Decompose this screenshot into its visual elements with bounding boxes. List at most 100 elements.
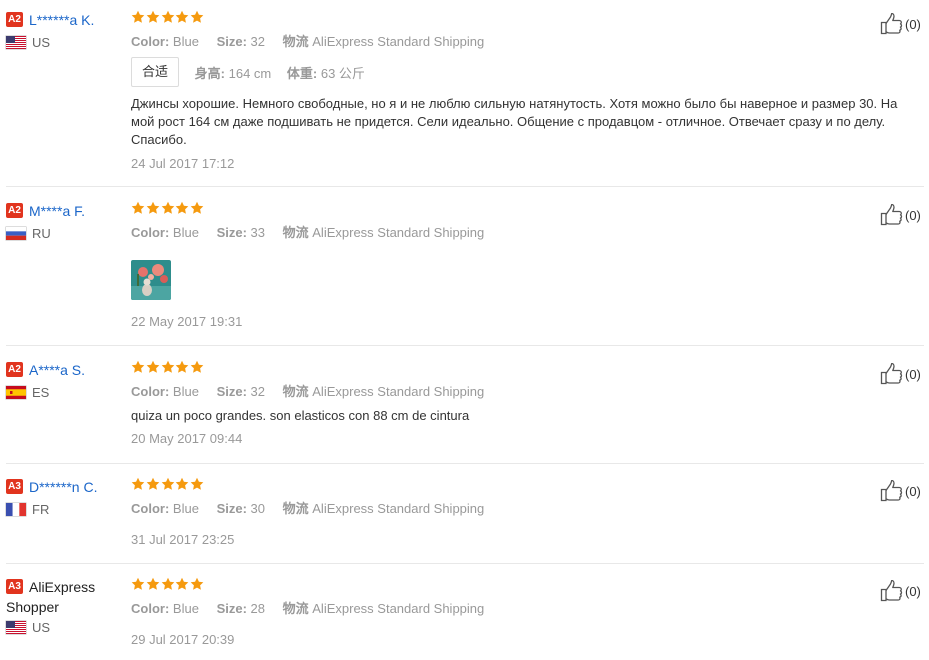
- buyer-level-badge: A3: [6, 579, 23, 594]
- review-date: 22 May 2017 19:31: [131, 314, 243, 329]
- order-attributes: Color: Blue Size: 28 物流 AliExpress Stand…: [131, 601, 911, 617]
- star-icon: [131, 201, 145, 215]
- review-date: 31 Jul 2017 23:25: [131, 532, 235, 547]
- fit-info: 合适 身高: 164 cm 体重: 63 公斤: [131, 57, 911, 87]
- shipping-key: 物流: [282, 384, 309, 399]
- star-icon: [131, 577, 145, 591]
- star-icon: [161, 360, 175, 374]
- helpful-count: (0): [905, 366, 921, 382]
- ru-flag-icon: [6, 227, 26, 241]
- country-code: RU: [32, 226, 51, 241]
- star-icon: [175, 201, 189, 215]
- buyer-info: A3 D******n C. FR: [6, 477, 124, 519]
- buyer-country: ES: [6, 384, 124, 402]
- star-rating: [131, 477, 911, 495]
- review-photo-thumbnail[interactable]: [131, 260, 171, 300]
- helpful-button[interactable]: (0): [880, 480, 924, 502]
- buyer-name[interactable]: M****a F.: [29, 203, 85, 219]
- review-item: A2 L******a K. US Color: Blue Size: 32 物…: [0, 10, 924, 187]
- star-icon: [161, 201, 175, 215]
- helpful-count: (0): [905, 483, 921, 499]
- shipping-key: 物流: [282, 601, 309, 616]
- star-icon: [175, 360, 189, 374]
- buyer-name: AliExpress: [29, 579, 96, 595]
- size-key: Size:: [216, 501, 247, 516]
- size-key: Size:: [216, 225, 247, 240]
- buyer-level-badge: A2: [6, 203, 23, 218]
- shipping-key: 物流: [282, 34, 309, 49]
- buyer-level-badge: A2: [6, 12, 23, 27]
- star-icon: [175, 477, 189, 491]
- review-item: A2 A****a S. ES Color: Blue Size: 32 物流 …: [0, 360, 924, 464]
- review-date: 20 May 2017 09:44: [131, 431, 243, 446]
- star-icon: [161, 477, 175, 491]
- review-item: A3 D******n C. FR Color: Blue Size: 30 物…: [0, 477, 924, 564]
- height-value: 164 cm: [228, 65, 272, 81]
- shipping-key: 物流: [282, 225, 309, 240]
- star-icon: [146, 477, 160, 491]
- buyer-info: A2 M****a F. RU: [6, 201, 124, 243]
- size-key: Size:: [216, 384, 247, 399]
- buyer-name[interactable]: L******a K.: [29, 12, 94, 28]
- star-icon: [161, 10, 175, 24]
- star-icon: [131, 477, 145, 491]
- buyer-name[interactable]: D******n C.: [29, 479, 97, 495]
- review-item: A2 M****a F. RU Color: Blue Size: 33 物流 …: [0, 201, 924, 346]
- size-value: 28: [250, 601, 265, 616]
- shipping-value: AliExpress Standard Shipping: [312, 384, 485, 399]
- helpful-button[interactable]: (0): [880, 13, 924, 35]
- buyer-country: US: [6, 619, 124, 637]
- star-icon: [175, 10, 189, 24]
- star-icon: [161, 577, 175, 591]
- star-icon: [131, 10, 145, 24]
- order-attributes: Color: Blue Size: 32 物流 AliExpress Stand…: [131, 384, 911, 400]
- helpful-button[interactable]: (0): [880, 363, 924, 385]
- star-icon: [190, 10, 204, 24]
- review-body: Color: Blue Size: 28 物流 AliExpress Stand…: [131, 577, 911, 649]
- color-key: Color:: [131, 501, 170, 516]
- buyer-country: FR: [6, 501, 124, 519]
- shipping-value: AliExpress Standard Shipping: [312, 601, 485, 616]
- weight-info: 体重: 63 公斤: [287, 66, 365, 81]
- color-value: Blue: [172, 601, 199, 616]
- star-icon: [146, 201, 160, 215]
- size-value: 33: [250, 225, 265, 240]
- star-icon: [131, 360, 145, 374]
- helpful-count: (0): [905, 207, 921, 223]
- us-flag-icon: [6, 621, 26, 635]
- fr-flag-icon: [6, 503, 26, 517]
- order-attributes: Color: Blue Size: 30 物流 AliExpress Stand…: [131, 501, 911, 517]
- star-icon: [146, 577, 160, 591]
- shipping-value: AliExpress Standard Shipping: [312, 34, 485, 49]
- buyer-info: A3 AliExpress Shopper US: [6, 577, 124, 637]
- feedback-list: A2 L******a K. US Color: Blue Size: 32 物…: [0, 0, 929, 660]
- order-attributes: Color: Blue Size: 33 物流 AliExpress Stand…: [131, 225, 911, 241]
- review-text: quiza un poco grandes. son elasticos con…: [131, 408, 470, 423]
- fit-tag[interactable]: 合适: [131, 57, 180, 87]
- country-code: FR: [32, 502, 50, 517]
- size-value: 32: [250, 34, 265, 49]
- star-icon: [190, 360, 204, 374]
- buyer-country: US: [6, 34, 124, 52]
- color-key: Color:: [131, 384, 170, 399]
- us-flag-icon: [6, 36, 26, 50]
- buyer-info: A2 L******a K. US: [6, 10, 124, 52]
- review-item: A3 AliExpress Shopper US Color: Blue Siz…: [0, 577, 924, 660]
- star-icon: [190, 477, 204, 491]
- buyer-name[interactable]: A****a S.: [29, 362, 85, 378]
- star-rating: [131, 360, 911, 378]
- helpful-button[interactable]: (0): [880, 580, 924, 602]
- shipping-value: AliExpress Standard Shipping: [312, 225, 485, 240]
- review-date: 29 Jul 2017 20:39: [131, 632, 235, 647]
- buyer-name-line2: Shopper: [6, 599, 59, 615]
- review-divider: [6, 345, 924, 346]
- star-rating: [131, 10, 911, 28]
- size-value: 32: [250, 384, 265, 399]
- buyer-country: RU: [6, 225, 124, 243]
- height-key: 身高:: [194, 65, 225, 81]
- height-info: 身高: 164 cm: [195, 66, 272, 81]
- helpful-button[interactable]: (0): [880, 204, 924, 226]
- star-icon: [175, 577, 189, 591]
- star-rating: [131, 577, 911, 595]
- review-divider: [6, 186, 924, 187]
